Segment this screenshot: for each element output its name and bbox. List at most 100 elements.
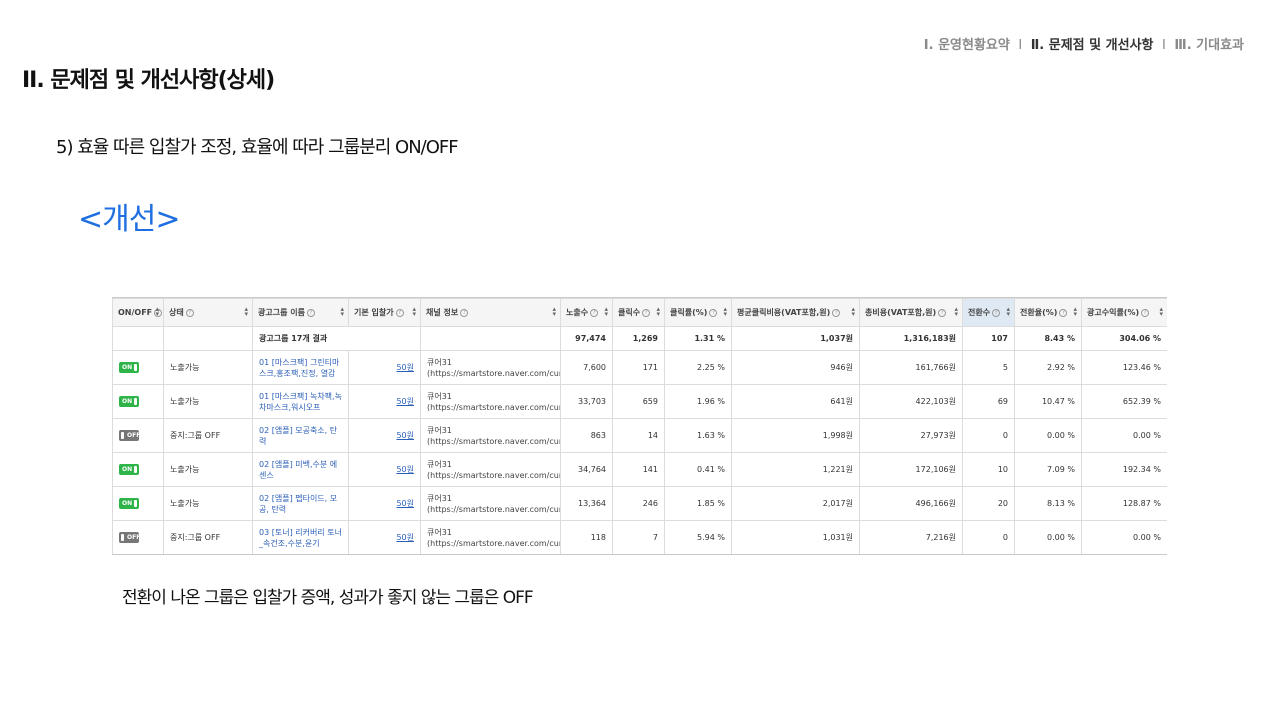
column-header-label: 채널 정보 xyxy=(426,308,459,317)
column-header-bid[interactable]: 기본 입찰가? ▴ ▾ xyxy=(348,298,421,327)
bid-edit-link[interactable]: 50원 xyxy=(396,465,414,474)
help-icon[interactable]: ? xyxy=(185,308,194,317)
sort-icon[interactable]: ▴ ▾ xyxy=(656,306,660,318)
roas-cell: 652.39 % xyxy=(1081,384,1167,419)
on-off-toggle[interactable]: ON xyxy=(119,464,139,475)
bid-edit-link[interactable]: 50원 xyxy=(396,431,414,440)
bid-cell: 50원 xyxy=(348,486,421,521)
roas-cell: 192.34 % xyxy=(1081,452,1167,487)
channel-cell: 큐어31 (https://smartstore.naver.com/cure3… xyxy=(420,486,561,521)
impressions-cell: 7,600 xyxy=(560,350,613,385)
on-off-toggle[interactable]: ON xyxy=(119,396,139,407)
help-icon[interactable]: ? xyxy=(938,308,947,317)
help-icon[interactable]: ? xyxy=(642,308,651,317)
bid-edit-link[interactable]: 50원 xyxy=(396,397,414,406)
channel-cell: 큐어31 (https://smartstore.naver.com/cure3… xyxy=(420,520,561,554)
sort-icon[interactable]: ▴ ▾ xyxy=(1006,306,1010,318)
column-header-label: 전환수 xyxy=(968,308,991,317)
column-header-cost[interactable]: 총비용(VAT포함,원)? ▴ ▾ xyxy=(859,298,963,327)
bid-edit-link[interactable]: 50원 xyxy=(396,363,414,372)
cpc-cell: 2,017원 xyxy=(731,486,860,521)
summary-cpc: 1,037원 xyxy=(731,326,860,351)
ctr-cell: 2.25 % xyxy=(664,350,732,385)
ad-group-link[interactable]: 02 [앰플] 모공축소, 탄력 xyxy=(259,425,342,447)
help-icon[interactable]: ? xyxy=(709,308,718,317)
help-icon[interactable]: ? xyxy=(590,308,599,317)
column-header-status[interactable]: 상태? ▴ ▾ xyxy=(163,298,253,327)
clicks-cell: 141 xyxy=(612,452,665,487)
channel-cell: 큐어31 (https://smartstore.naver.com/cure3… xyxy=(420,452,561,487)
ad-group-link[interactable]: 01 [마스크팩] 그린티마스크,홍조팩,진정, 열감 xyxy=(259,357,342,379)
group-name-cell: 03 [토너] 리커버리 토너_속건조,수분,윤기 xyxy=(252,520,349,554)
column-header-impressions[interactable]: 노출수? ▴ ▾ xyxy=(560,298,613,327)
cvr-cell: 0.00 % xyxy=(1014,418,1082,453)
sort-icon[interactable]: ▴ ▾ xyxy=(954,306,958,318)
sort-icon[interactable]: ▴ ▾ xyxy=(340,306,344,318)
column-header-roas[interactable]: 광고수익률(%)? ▴ ▾ xyxy=(1081,298,1167,327)
table-row: OFF 중지:그룹 OFF 02 [앰플] 모공축소, 탄력 50원 큐어31 (htt… xyxy=(112,418,1167,453)
ad-group-link[interactable]: 01 [마스크팩] 녹차팩,녹차마스크,워시오프 xyxy=(259,391,342,413)
help-icon[interactable]: ? xyxy=(306,308,315,317)
column-header-clicks[interactable]: 클릭수? ▴ ▾ xyxy=(612,298,665,327)
ad-group-link[interactable]: 02 [앰플] 미백,수분 에센스 xyxy=(259,459,342,481)
column-header-label: 노출수 xyxy=(566,308,589,317)
help-icon[interactable]: ? xyxy=(395,308,404,317)
on-off-toggle[interactable]: OFF xyxy=(119,532,140,543)
column-header-label: 클릭률(%) xyxy=(670,308,708,317)
ad-group-link[interactable]: 02 [앰플] 펩타이드, 모공, 탄력 xyxy=(259,493,342,515)
sort-icon[interactable]: ▴ ▾ xyxy=(244,306,248,318)
bid-edit-link[interactable]: 50원 xyxy=(396,533,414,542)
bid-edit-link[interactable]: 50원 xyxy=(396,499,414,508)
breadcrumb-nav: Ⅰ. 운영현황요약 Ⅰ Ⅱ. 문제점 및 개선사항 Ⅰ Ⅲ. 기대효과 xyxy=(924,34,1244,53)
sort-icon[interactable]: ▴ ▾ xyxy=(1073,306,1077,318)
subtitle: 5) 효율 따른 입찰가 조정, 효율에 따라 그룹분리 ON/OFF xyxy=(56,137,459,158)
table-header-row: ON/OFF? ▴ ▾ 상태? ▴ ▾ 광고그룹 이름? ▴ ▾ 기본 입찰가? ▴ ▾ 채널 정보? ▴… xyxy=(112,298,1167,327)
bid-cell: 50원 xyxy=(348,418,421,453)
help-icon[interactable]: ? xyxy=(1059,308,1068,317)
roas-cell: 123.46 % xyxy=(1081,350,1167,385)
ad-group-link[interactable]: 03 [토너] 리커버리 토너_속건조,수분,윤기 xyxy=(259,527,342,549)
nav-item-issues[interactable]: Ⅱ. 문제점 및 개선사항 xyxy=(1031,38,1154,53)
column-header-onoff[interactable]: ON/OFF? ▴ ▾ xyxy=(112,298,164,327)
clicks-cell: 246 xyxy=(612,486,665,521)
sort-icon[interactable]: ▴ ▾ xyxy=(412,306,416,318)
conversions-cell: 69 xyxy=(962,384,1015,419)
ctr-cell: 1.63 % xyxy=(664,418,732,453)
column-header-label: 기본 입찰가 xyxy=(354,308,394,317)
help-icon[interactable]: ? xyxy=(1141,308,1150,317)
column-header-cpc[interactable]: 평균클릭비용(VAT포함,원)? ▴ ▾ xyxy=(731,298,860,327)
summary-clicks: 1,269 xyxy=(612,326,665,351)
sort-icon[interactable]: ▴ ▾ xyxy=(552,306,556,318)
on-off-toggle[interactable]: ON xyxy=(119,498,139,509)
help-icon[interactable]: ? xyxy=(832,308,841,317)
sort-icon[interactable]: ▴ ▾ xyxy=(851,306,855,318)
bid-cell: 50원 xyxy=(348,384,421,419)
sort-icon[interactable]: ▴ ▾ xyxy=(1159,306,1163,318)
cost-cell: 161,766원 xyxy=(859,350,963,385)
caption: 전환이 나온 그룹은 입찰가 증액, 성과가 좋지 않는 그룹은 OFF xyxy=(122,588,534,608)
table-row: ON 노출가능 02 [앰플] 미백,수분 에센스 50원 큐어31 (https://… xyxy=(112,452,1167,487)
roas-cell: 0.00 % xyxy=(1081,418,1167,453)
toggle-cell: ON xyxy=(112,350,164,385)
sort-icon[interactable]: ▴ ▾ xyxy=(723,306,727,318)
ctr-cell: 1.85 % xyxy=(664,486,732,521)
on-off-toggle[interactable]: OFF xyxy=(119,430,140,441)
ctr-cell: 1.96 % xyxy=(664,384,732,419)
column-header-conversions[interactable]: 전환수? ▴ ▾ xyxy=(962,298,1015,327)
section-label: <개선> xyxy=(78,202,180,237)
nav-item-effects[interactable]: Ⅲ. 기대효과 xyxy=(1174,38,1244,53)
column-header-channel[interactable]: 채널 정보? ▴ ▾ xyxy=(420,298,561,327)
summary-row: 광고그룹 17개 결과 97,474 1,269 1.31 % 1,037원 1… xyxy=(112,326,1167,351)
group-name-cell: 02 [앰플] 미백,수분 에센스 xyxy=(252,452,349,487)
help-icon[interactable]: ? xyxy=(992,308,1001,317)
column-header-ctr[interactable]: 클릭률(%)? ▴ ▾ xyxy=(664,298,732,327)
nav-item-overview[interactable]: Ⅰ. 운영현황요약 xyxy=(924,38,1010,53)
help-icon[interactable]: ? xyxy=(460,308,469,317)
sort-icon[interactable]: ▴ ▾ xyxy=(155,306,159,318)
on-off-toggle[interactable]: ON xyxy=(119,362,139,373)
cpc-cell: 1,031원 xyxy=(731,520,860,554)
sort-icon[interactable]: ▴ ▾ xyxy=(604,306,608,318)
column-header-group-name[interactable]: 광고그룹 이름? ▴ ▾ xyxy=(252,298,349,327)
column-header-cvr[interactable]: 전환율(%)? ▴ ▾ xyxy=(1014,298,1082,327)
cvr-cell: 2.92 % xyxy=(1014,350,1082,385)
